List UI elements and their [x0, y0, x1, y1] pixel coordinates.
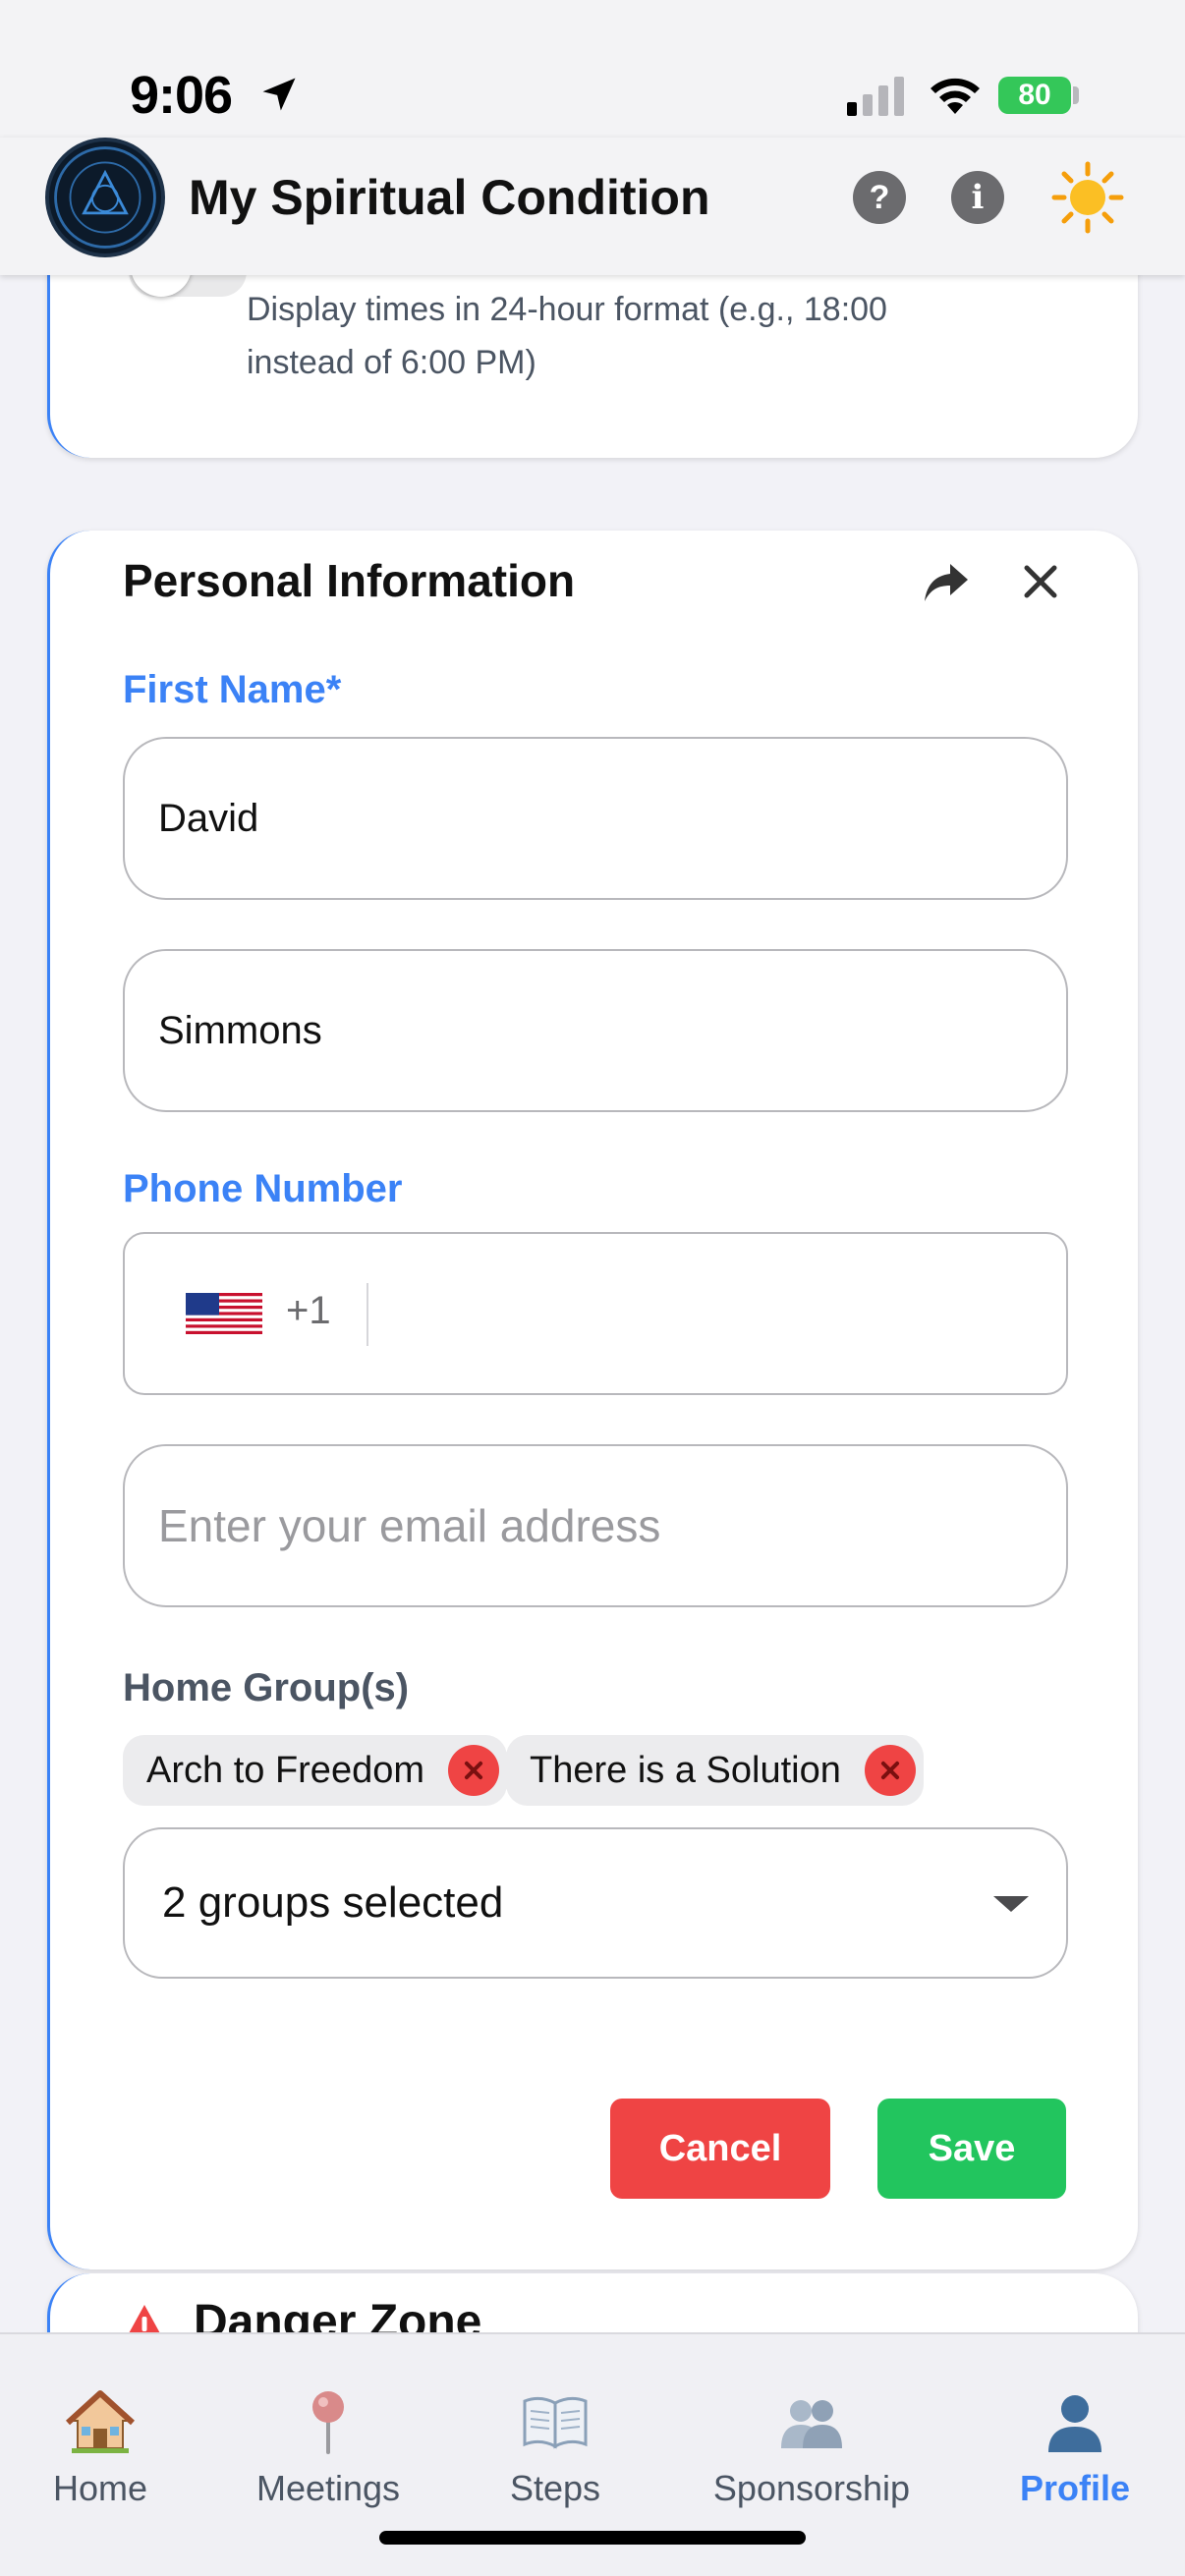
- us-flag-icon[interactable]: [186, 1293, 262, 1334]
- tab-label: Profile: [1019, 2468, 1131, 2508]
- theme-sun-icon[interactable]: [1051, 161, 1124, 234]
- help-button[interactable]: ?: [853, 171, 906, 224]
- wifi-icon: [931, 78, 980, 114]
- app-header: My Spiritual Condition ? i: [0, 138, 1185, 275]
- first-name-label: First Name*: [123, 668, 342, 711]
- phone-divider: [367, 1283, 368, 1346]
- pushpin-icon: [312, 2391, 344, 2454]
- home-group-chip-label: There is a Solution: [530, 1750, 841, 1791]
- home-icon: [66, 2390, 135, 2453]
- last-name-input[interactable]: Simmons: [123, 949, 1068, 1112]
- save-button[interactable]: Save: [877, 2099, 1066, 2199]
- remove-chip-icon[interactable]: [448, 1745, 499, 1796]
- home-group-chip-label: Arch to Freedom: [146, 1750, 424, 1791]
- tab-label: Meetings: [255, 2468, 401, 2508]
- country-code[interactable]: +1: [286, 1289, 331, 1333]
- home-groups-label: Home Group(s): [123, 1666, 410, 1709]
- person-icon: [1048, 2395, 1101, 2452]
- people-icon: [781, 2400, 842, 2448]
- battery-indicator: 80: [998, 77, 1071, 114]
- status-time: 9:06: [130, 66, 233, 125]
- status-bar: 9:06 80: [0, 0, 1185, 138]
- time-format-description: Display times in 24-hour format (e.g., 1…: [247, 291, 887, 381]
- tab-label: Steps: [509, 2468, 601, 2508]
- chevron-down-icon: [993, 1896, 1029, 1912]
- personal-information-card: Personal Information First Name* David S…: [47, 531, 1138, 2269]
- battery-nub: [1073, 86, 1079, 104]
- phone-number-input[interactable]: +1: [123, 1232, 1068, 1395]
- close-icon[interactable]: [1021, 562, 1060, 601]
- tab-meetings[interactable]: Meetings: [240, 2387, 417, 2509]
- home-indicator: [379, 2531, 806, 2545]
- home-groups-select-value: 2 groups selected: [162, 1878, 504, 1927]
- tab-profile[interactable]: Profile: [1006, 2387, 1144, 2509]
- app-title: My Spiritual Condition: [189, 170, 710, 225]
- remove-chip-icon[interactable]: [864, 1745, 916, 1796]
- tab-sponsorship[interactable]: Sponsorship: [694, 2387, 930, 2509]
- email-input[interactable]: Enter your email address: [123, 1444, 1068, 1607]
- home-group-chip: Arch to Freedom: [123, 1735, 507, 1806]
- location-arrow-icon: [262, 78, 296, 111]
- app-logo: [45, 138, 165, 257]
- card-title: Personal Information: [123, 555, 576, 606]
- info-button[interactable]: i: [951, 171, 1004, 224]
- book-icon: [523, 2396, 588, 2449]
- phone-number-label: Phone Number: [123, 1167, 403, 1210]
- share-icon[interactable]: [923, 562, 970, 605]
- email-placeholder: Enter your email address: [158, 1500, 661, 1551]
- home-groups-select[interactable]: 2 groups selected: [123, 1827, 1068, 1979]
- tab-steps[interactable]: Steps: [491, 2387, 619, 2509]
- cancel-button[interactable]: Cancel: [610, 2099, 830, 2199]
- home-group-chip: There is a Solution: [506, 1735, 924, 1806]
- tab-home[interactable]: Home: [39, 2387, 161, 2509]
- tab-label: Home: [52, 2468, 148, 2508]
- first-name-input[interactable]: David: [123, 737, 1068, 900]
- tab-label: Sponsorship: [712, 2468, 911, 2508]
- cellular-signal-icon: [847, 77, 904, 116]
